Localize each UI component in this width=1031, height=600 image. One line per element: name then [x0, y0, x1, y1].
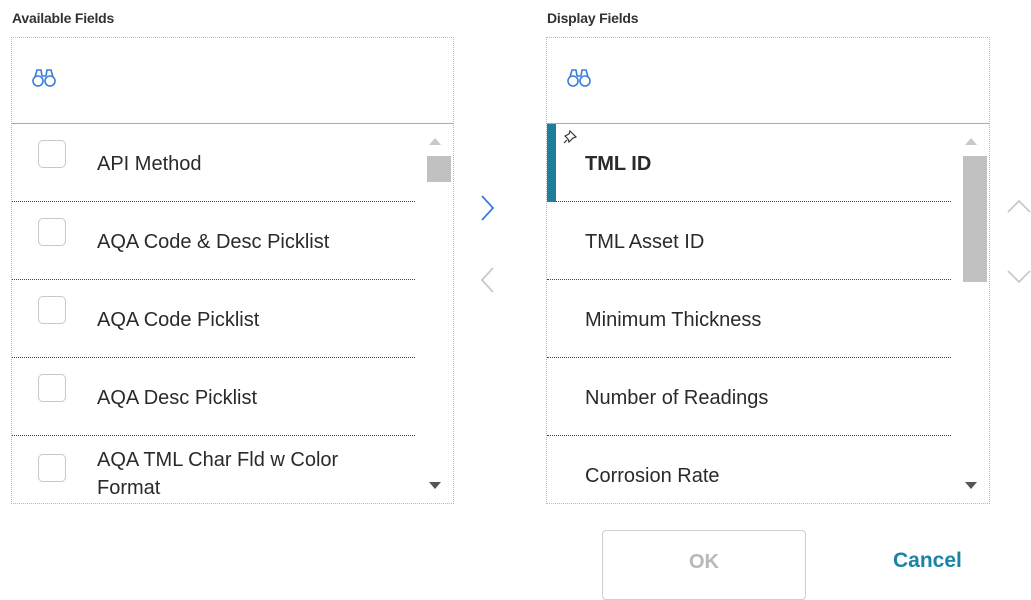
available-fields-list: API Method AQA Code & Desc Picklist AQA … [12, 124, 453, 503]
item-checkbox[interactable] [38, 140, 66, 168]
display-scrollbar[interactable] [953, 124, 989, 503]
list-item[interactable]: Number of Readings [547, 358, 951, 436]
item-label[interactable]: Minimum Thickness [585, 308, 761, 332]
item-label[interactable]: TML Asset ID [585, 230, 704, 254]
item-label[interactable]: Corrosion Rate [585, 464, 720, 488]
available-fields-title: Available Fields [12, 10, 115, 26]
list-item[interactable]: API Method [12, 124, 415, 202]
display-fields-list: TML ID TML Asset ID Minimum Thickness Nu… [547, 124, 989, 503]
display-search-bar[interactable] [547, 38, 989, 124]
item-checkbox[interactable] [38, 374, 66, 402]
item-label-line1[interactable]: AQA TML Char Fld w Color [97, 448, 338, 472]
selection-indicator [547, 124, 556, 202]
list-item[interactable]: Corrosion Rate [547, 436, 951, 503]
item-label[interactable]: AQA Desc Picklist [97, 386, 257, 410]
item-checkbox[interactable] [38, 296, 66, 324]
chevron-left-icon[interactable] [478, 264, 498, 296]
available-fields-panel: API Method AQA Code & Desc Picklist AQA … [11, 37, 454, 504]
item-label[interactable]: TML ID [585, 152, 651, 176]
list-item[interactable]: AQA Desc Picklist [12, 358, 415, 436]
item-label[interactable]: AQA Code & Desc Picklist [97, 230, 329, 254]
display-fields-title: Display Fields [547, 10, 639, 26]
list-item[interactable]: TML Asset ID [547, 202, 951, 280]
scroll-down-arrow[interactable] [429, 482, 441, 489]
scroll-up-arrow[interactable] [965, 138, 977, 145]
available-search-bar[interactable] [12, 38, 453, 124]
chevron-down-icon[interactable] [1006, 267, 1031, 287]
chevron-up-icon[interactable] [1006, 196, 1031, 216]
cancel-button[interactable]: Cancel [893, 549, 962, 573]
scroll-down-arrow[interactable] [965, 482, 977, 489]
list-item[interactable]: AQA Code & Desc Picklist [12, 202, 415, 280]
item-checkbox[interactable] [38, 454, 66, 482]
item-checkbox[interactable] [38, 218, 66, 246]
item-label[interactable]: AQA Code Picklist [97, 308, 259, 332]
item-label-line2[interactable]: Format [97, 476, 160, 500]
scroll-up-arrow[interactable] [429, 138, 441, 145]
list-item[interactable]: Minimum Thickness [547, 280, 951, 358]
item-label[interactable]: API Method [97, 152, 202, 176]
display-fields-panel: TML ID TML Asset ID Minimum Thickness Nu… [546, 37, 990, 504]
available-scrollbar[interactable] [417, 124, 453, 503]
scroll-thumb[interactable] [963, 156, 987, 282]
chevron-right-icon[interactable] [478, 192, 498, 224]
binoculars-icon[interactable] [567, 68, 591, 88]
list-item[interactable]: AQA Code Picklist [12, 280, 415, 358]
list-item-selected[interactable]: TML ID [547, 124, 951, 202]
list-item[interactable]: AQA TML Char Fld w Color Format [12, 436, 415, 503]
scroll-thumb[interactable] [427, 156, 451, 182]
pin-icon[interactable] [563, 130, 577, 144]
binoculars-icon[interactable] [32, 68, 56, 88]
ok-button[interactable]: OK [602, 530, 806, 600]
item-label[interactable]: Number of Readings [585, 386, 768, 410]
